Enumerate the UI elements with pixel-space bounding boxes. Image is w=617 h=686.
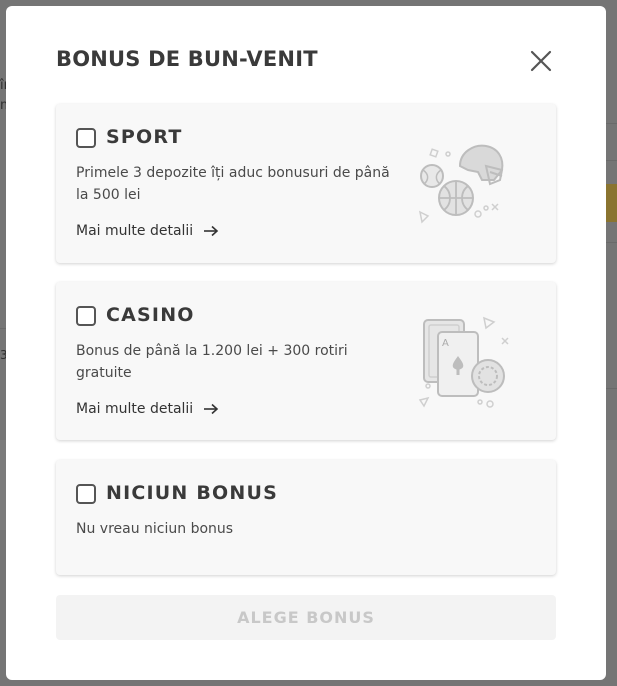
option-title: CASINO [106,304,195,326]
sport-details-link[interactable]: Mai multe detalii [76,223,219,239]
option-description: Primele 3 depozite îți aduc bonusuri de … [76,165,390,203]
modal-title: BONUS DE BUN-VENIT [56,47,318,71]
background-divider [606,388,617,389]
option-title: NICIUN BONUS [106,482,278,504]
bonus-option-casino[interactable]: CASINO Bonus de până la 1.200 lei + 300 … [56,282,556,440]
details-link-label: Mai multe detalii [76,223,194,239]
close-button[interactable] [526,46,556,76]
casino-cards-chip-icon: A [418,316,509,408]
option-description: Bonus de până la 1.200 lei + 300 rotiri … [76,343,348,381]
no-bonus-checkbox[interactable] [76,484,96,504]
option-title: SPORT [106,126,183,148]
details-link-label: Mai multe detalii [76,401,194,417]
close-icon [530,50,552,72]
background-divider [606,123,617,124]
arrow-right-icon [204,403,219,415]
casino-details-link[interactable]: Mai multe detalii [76,401,219,417]
svg-text:A: A [442,338,449,349]
bonus-option-none[interactable]: NICIUN BONUS Nu vreau niciun bonus [56,460,556,575]
welcome-bonus-modal: BONUS DE BUN-VENIT SPORT Primele 3 depoz… [6,6,606,680]
choose-bonus-button[interactable]: ALEGE BONUS [56,595,556,640]
sport-checkbox[interactable] [76,128,96,148]
sports-balls-icon [418,144,504,224]
background-divider [606,160,617,161]
background-accent-bar [605,184,617,222]
casino-checkbox[interactable] [76,306,96,326]
arrow-right-icon [204,225,219,237]
background-divider [606,242,617,243]
bonus-option-sport[interactable]: SPORT Primele 3 depozite îți aduc bonusu… [56,104,556,263]
option-description: Nu vreau niciun bonus [76,521,234,537]
